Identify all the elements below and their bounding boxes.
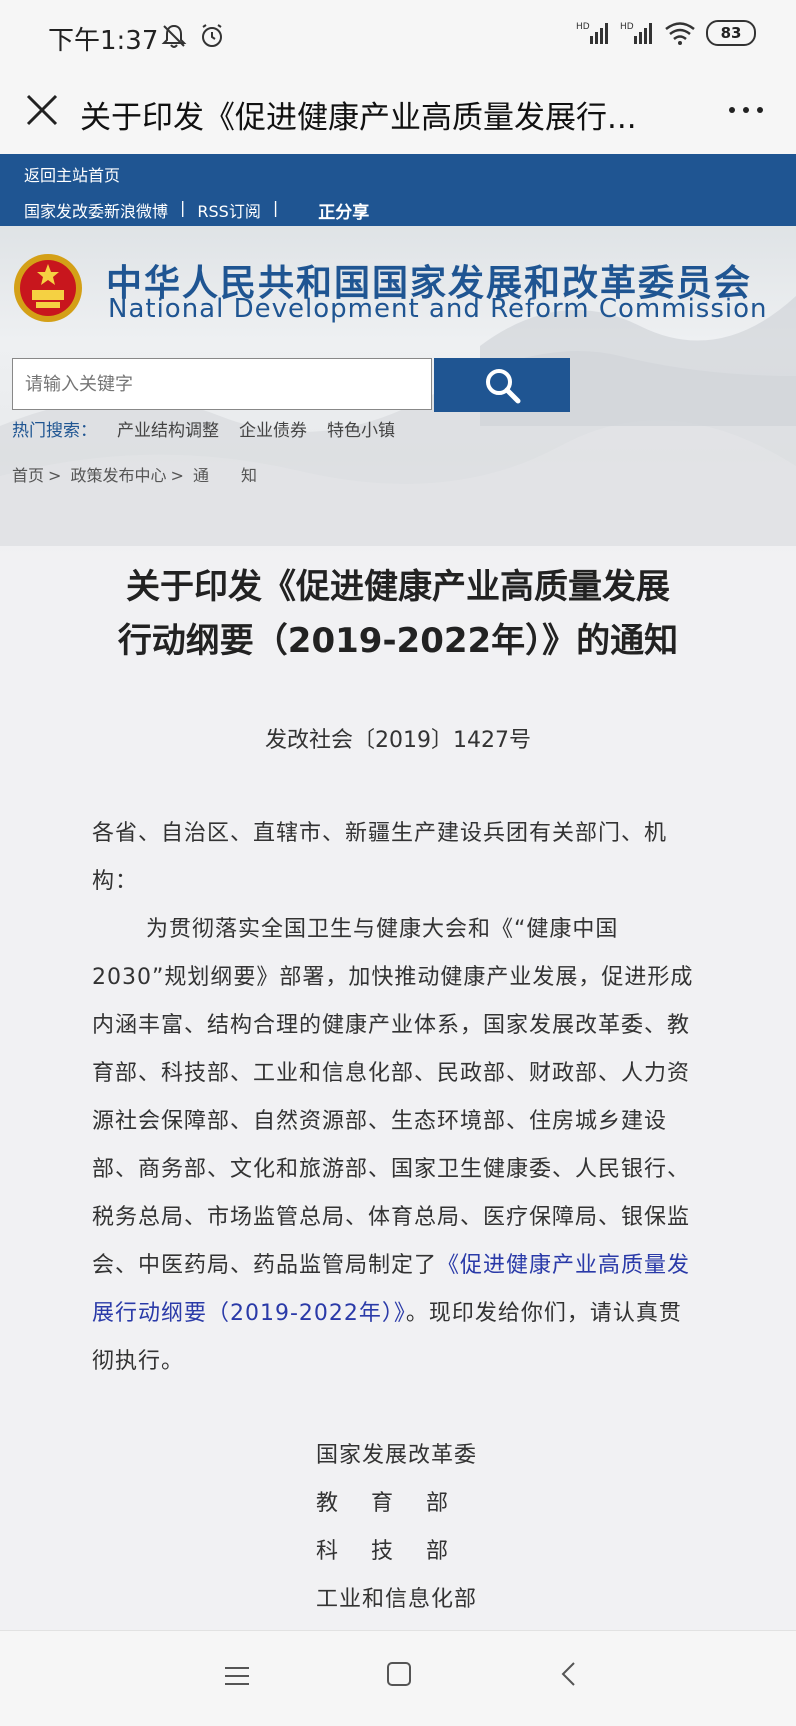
- search-icon: [486, 369, 521, 404]
- breadcrumb-current[interactable]: 通 知: [193, 466, 257, 485]
- breadcrumb-separator: >: [170, 466, 184, 485]
- home-link[interactable]: 返回主站首页: [24, 166, 120, 185]
- back-icon[interactable]: [554, 1659, 584, 1689]
- signal-hd-label: HD: [576, 22, 590, 32]
- signer: 工业和信息化部: [316, 1587, 478, 1612]
- hot-keyword[interactable]: 企业债券: [239, 416, 307, 441]
- breadcrumb: 首页 > 政策发布中心 > 通 知: [12, 462, 261, 486]
- hot-keyword[interactable]: 产业结构调整: [117, 416, 219, 441]
- document-title-line: 行动纲要（2019-2022年）》的通知: [117, 621, 679, 661]
- signer: 教育部: [316, 1491, 482, 1516]
- document-body: 为贯彻落实全国卫生与健康大会和《“健康中国2030”规划纲要》部署，加快推动健康…: [92, 906, 704, 1386]
- more-options-icon[interactable]: [726, 100, 766, 120]
- ndrc-name-en: National Development and Reform Commissi…: [108, 294, 768, 324]
- signal-icon-2: HD: [620, 22, 652, 44]
- breadcrumb-separator: >: [48, 466, 62, 485]
- hot-search-label: 热门搜索：: [12, 421, 97, 441]
- mute-bell-icon: [161, 24, 187, 48]
- hot-keyword[interactable]: 特色小镇: [327, 416, 395, 441]
- document-title-line: 关于印发《促进健康产业高质量发展: [126, 567, 670, 607]
- signers: 国家发展改革委 教育部 科技部 工业和信息化部: [316, 1432, 481, 1624]
- page-title: 关于印发《促进健康产业高质量发展行...: [80, 100, 637, 136]
- alarm-icon: [202, 24, 222, 47]
- separator: |: [272, 198, 279, 217]
- signer: 科技部: [316, 1539, 482, 1564]
- rss-link[interactable]: RSS订阅: [197, 198, 260, 223]
- share-link[interactable]: 正分享: [318, 198, 369, 223]
- browser-titlebar: 关于印发《促进健康产业高质量发展行...: [0, 72, 796, 154]
- system-nav-bar: [0, 1630, 796, 1726]
- breadcrumb-section[interactable]: 政策发布中心: [71, 466, 167, 485]
- search-button[interactable]: [434, 358, 570, 412]
- search-input[interactable]: [12, 358, 432, 410]
- separator: |: [180, 198, 186, 217]
- weibo-link[interactable]: 国家发改委新浪微博: [24, 198, 168, 223]
- wifi-icon: [665, 22, 695, 45]
- document-number: 发改社会〔2019〕1427号: [265, 728, 531, 753]
- salutation: 各省、自治区、直辖市、新疆生产建设兵团有关部门、机构：: [92, 821, 668, 894]
- site-top-bar: 返回主站首页 国家发改委新浪微博 | RSS订阅 | 正分享: [0, 154, 796, 226]
- status-bar: 下午1:37 HD HD 83: [0, 0, 796, 72]
- national-emblem-icon: [14, 254, 82, 322]
- status-time: 下午1:37: [48, 26, 159, 56]
- body-text: 为贯彻落实全国卫生与健康大会和《“健康中国2030”规划纲要》部署，加快推动健康…: [92, 917, 694, 1278]
- signer: 国家发展改革委: [316, 1443, 478, 1468]
- close-icon[interactable]: [22, 90, 62, 130]
- hot-search: 热门搜索： 产业结构调整 企业债券 特色小镇: [12, 416, 395, 441]
- menu-icon[interactable]: [222, 1661, 252, 1691]
- signal-hd-label-2: HD: [620, 22, 634, 32]
- battery-indicator: 83: [706, 20, 756, 46]
- document-title: 关于印发《促进健康产业高质量发展 行动纲要（2019-2022年）》的通知: [70, 560, 726, 668]
- signal-icon: HD: [576, 22, 608, 44]
- breadcrumb-home[interactable]: 首页: [12, 466, 44, 485]
- home-icon[interactable]: [384, 1659, 414, 1689]
